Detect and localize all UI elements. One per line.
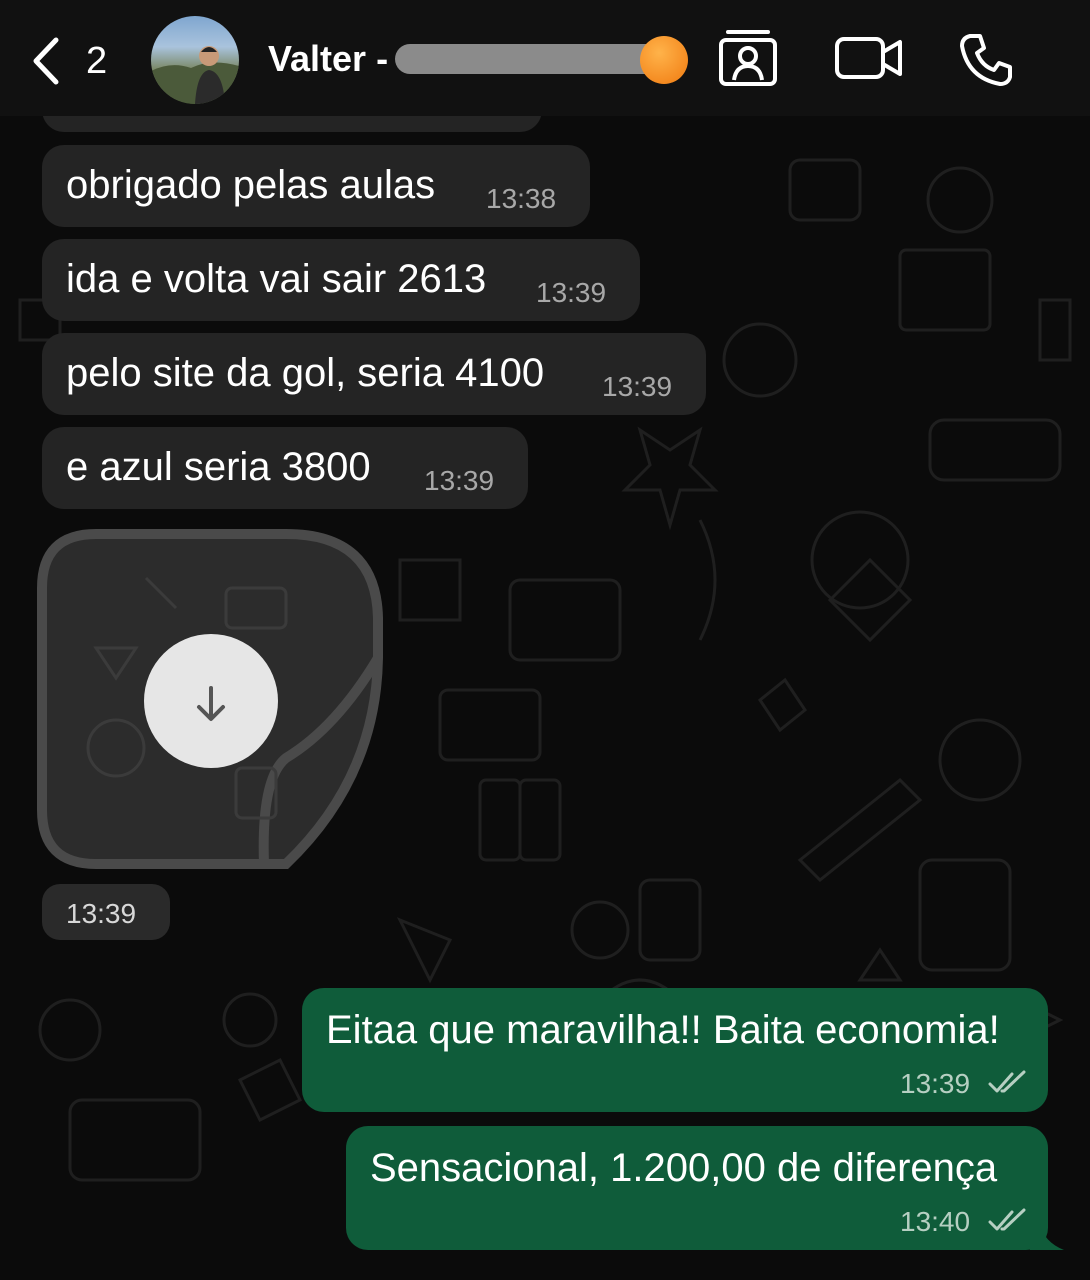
message-time: 13:38 [486, 183, 557, 214]
message-text: pelo site da gol, seria 4100 [66, 351, 545, 395]
unread-count[interactable]: 2 [86, 40, 107, 83]
contact-photo [151, 46, 239, 104]
read-receipt-icon [988, 1208, 1026, 1231]
sticker-time-badge: 13:39 [42, 884, 170, 940]
message-text: e azul seria 3800 [66, 445, 371, 489]
message-text: Eitaa que maravilha!! Baita economia! [326, 1008, 1000, 1052]
contact-name[interactable]: Valter - [268, 38, 388, 80]
incoming-message[interactable]: ida e volta vai sair 2613 13:39 [42, 239, 640, 321]
sticker-message[interactable] [36, 528, 384, 874]
incoming-message[interactable]: pelo site da gol, seria 4100 13:39 [42, 333, 706, 415]
contact-card-icon [719, 30, 777, 86]
phone-call-button[interactable] [958, 32, 1014, 93]
message-time: 13:39 [900, 1068, 971, 1099]
phone-call-icon [960, 34, 1012, 86]
contact-card-button[interactable] [718, 26, 778, 93]
chat-header: 2 Valter - [0, 0, 1090, 116]
incoming-message[interactable]: e azul seria 3800 13:39 [42, 427, 528, 509]
incoming-message[interactable]: obrigado pelas aulas 13:38 [42, 145, 590, 227]
back-chevron-icon [33, 37, 59, 85]
message-text: Sensacional, 1.200,00 de diferença [370, 1146, 998, 1190]
outgoing-message[interactable]: Sensacional, 1.200,00 de diferença 13:40 [346, 1126, 1048, 1250]
read-receipt-icon [988, 1070, 1026, 1093]
video-call-icon [835, 37, 902, 79]
back-button[interactable] [28, 36, 68, 86]
outgoing-message[interactable]: Eitaa que maravilha!! Baita economia! 13… [302, 988, 1048, 1112]
message-time: 13:39 [602, 371, 673, 402]
message-time: 13:39 [424, 465, 495, 496]
message-time: 13:39 [536, 277, 607, 308]
message-text: obrigado pelas aulas [66, 163, 436, 207]
message-text: ida e volta vai sair 2613 [66, 257, 487, 301]
video-call-button[interactable] [834, 34, 904, 87]
emoji-icon [640, 36, 688, 84]
download-arrow-icon [197, 686, 225, 721]
download-button[interactable] [144, 634, 278, 768]
avatar[interactable] [151, 16, 239, 104]
bubble-tail [1030, 1224, 1064, 1250]
message-time: 13:40 [900, 1206, 971, 1237]
message-time: 13:39 [66, 898, 137, 929]
